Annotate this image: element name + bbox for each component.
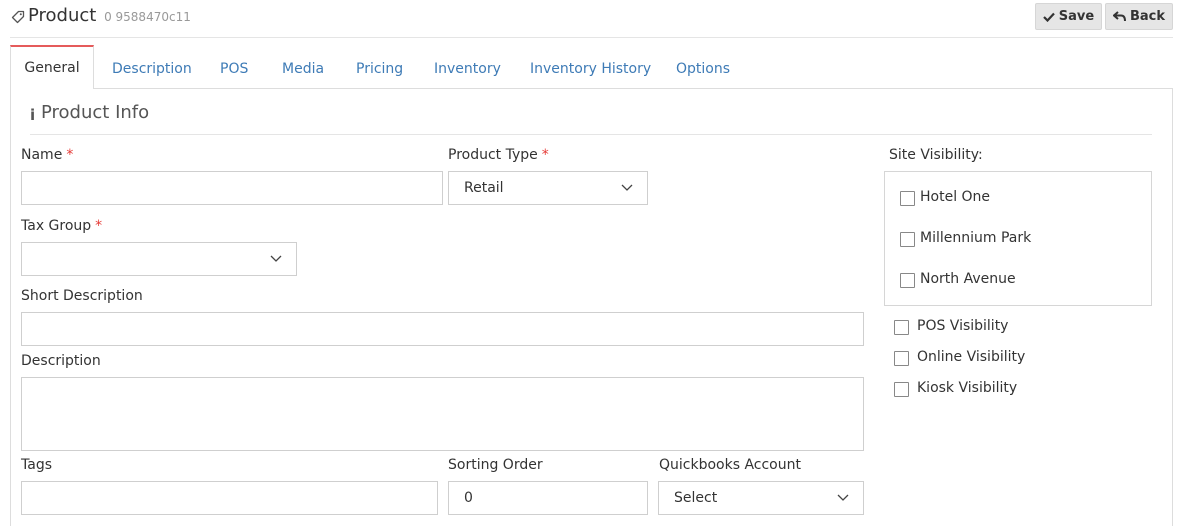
back-button[interactable]: Back	[1105, 3, 1173, 30]
site-visibility-label: Site Visibility:	[889, 147, 983, 163]
sorting-order-label: Sorting Order	[448, 457, 543, 473]
panel-border-right	[1172, 88, 1173, 526]
tab-inventory[interactable]: Inventory	[434, 50, 501, 88]
product-type-label-text: Product Type	[448, 147, 538, 163]
required-mark: *	[541, 147, 549, 163]
tab-media[interactable]: Media	[282, 50, 324, 88]
tab-description[interactable]: Description	[112, 50, 192, 88]
name-label: Name *	[21, 147, 73, 163]
chevron-down-icon	[270, 255, 282, 262]
site-north-avenue-label[interactable]: North Avenue	[920, 271, 1016, 287]
quickbooks-account-label: Quickbooks Account	[659, 457, 801, 473]
pos-visibility-checkbox[interactable]	[894, 320, 909, 335]
kiosk-visibility-checkbox[interactable]	[894, 382, 909, 397]
save-button-label: Save	[1058, 9, 1095, 24]
tab-pricing[interactable]: Pricing	[356, 50, 403, 88]
site-hotel-one-checkbox[interactable]	[900, 191, 915, 206]
tags-input[interactable]	[21, 481, 438, 515]
required-mark: *	[95, 218, 103, 234]
required-mark: *	[66, 147, 74, 163]
section-title: Product Info	[41, 102, 150, 123]
panel-border-left	[10, 88, 11, 526]
pos-visibility-label[interactable]: POS Visibility	[917, 318, 1008, 334]
tags-label: Tags	[21, 457, 52, 473]
site-hotel-one-label[interactable]: Hotel One	[920, 189, 990, 205]
product-type-value: Retail	[464, 180, 504, 196]
product-id: 0 9588470c11	[104, 10, 191, 24]
tax-group-select[interactable]	[21, 242, 297, 276]
chevron-down-icon	[621, 184, 633, 191]
site-millennium-park-label[interactable]: Millennium Park	[920, 230, 1031, 246]
quickbooks-account-select[interactable]: Select	[658, 481, 864, 515]
tab-options[interactable]: Options	[676, 50, 730, 88]
tabs-baseline	[10, 88, 1173, 89]
site-millennium-park-checkbox[interactable]	[900, 232, 915, 247]
product-type-select[interactable]: Retail	[448, 171, 648, 205]
section-divider	[30, 134, 1152, 135]
short-description-label: Short Description	[21, 288, 143, 304]
description-textarea[interactable]	[21, 377, 864, 451]
page-title-text: Product	[28, 5, 97, 26]
page-title: Product 0 9588470c11	[28, 5, 191, 26]
reply-icon	[1112, 11, 1126, 22]
info-icon: i	[30, 106, 36, 124]
quickbooks-account-value: Select	[674, 490, 718, 506]
tab-inventory-history[interactable]: Inventory History	[530, 50, 651, 88]
check-icon	[1043, 12, 1055, 22]
name-label-text: Name	[21, 147, 63, 163]
back-button-label: Back	[1129, 9, 1166, 24]
tax-group-label-text: Tax Group	[21, 218, 92, 234]
header-divider	[10, 37, 1173, 38]
chevron-down-icon	[837, 494, 849, 501]
kiosk-visibility-label[interactable]: Kiosk Visibility	[917, 380, 1017, 396]
sorting-order-input[interactable]: 0	[448, 481, 648, 515]
tax-group-label: Tax Group *	[21, 218, 102, 234]
site-north-avenue-checkbox[interactable]	[900, 273, 915, 288]
product-type-label: Product Type *	[448, 147, 549, 163]
online-visibility-label[interactable]: Online Visibility	[917, 349, 1025, 365]
short-description-input[interactable]	[21, 312, 864, 346]
name-input[interactable]	[21, 171, 443, 205]
tab-pos[interactable]: POS	[220, 50, 248, 88]
online-visibility-checkbox[interactable]	[894, 351, 909, 366]
tab-general[interactable]: General	[10, 45, 94, 89]
description-label: Description	[21, 353, 101, 369]
save-button[interactable]: Save	[1035, 3, 1102, 30]
tag-icon	[11, 10, 25, 24]
